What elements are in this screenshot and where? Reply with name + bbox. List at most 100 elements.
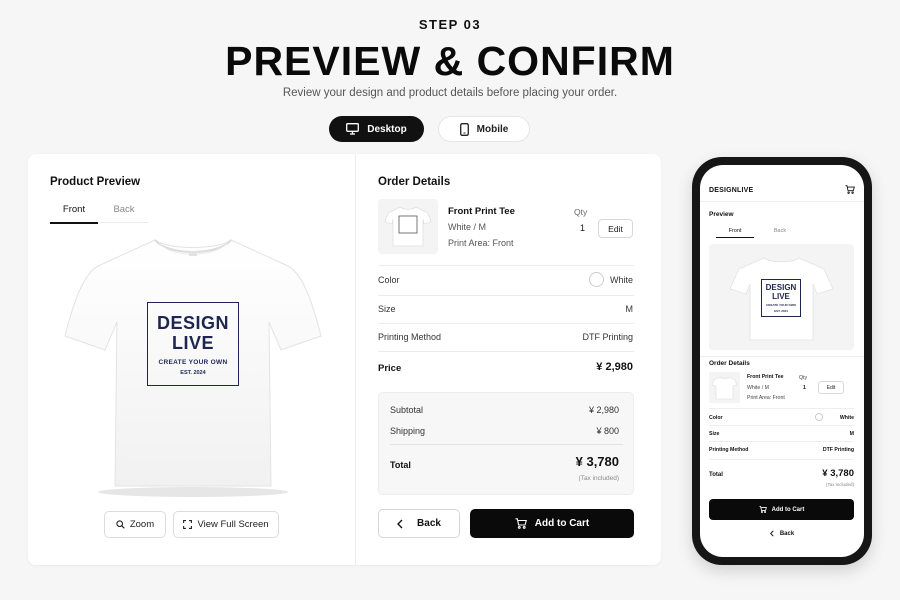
divider (709, 425, 854, 426)
divider (709, 441, 854, 442)
tshirt-preview-image: DESIGN LIVE CREATE YOUR OWN EST. 2024 (63, 234, 323, 499)
shipping-label: Shipping (390, 426, 426, 436)
divider (390, 444, 623, 445)
zoom-button[interactable]: Zoom (104, 511, 166, 538)
search-icon (116, 520, 125, 529)
step-label: STEP 03 (418, 17, 482, 32)
divider (709, 408, 854, 409)
phone-mockup: DESIGNLIVE Preview Front Back DESIGN LIV… (692, 157, 872, 565)
mobile-printing-method-label: Printing Method (709, 447, 749, 453)
mobile-back-label: Back (779, 530, 795, 537)
size-value: M (625, 304, 634, 314)
qty-value: 1 (580, 223, 586, 233)
printing-method-value: DTF Printing (582, 332, 633, 342)
mobile-color-swatch (815, 413, 823, 421)
mobile-add-to-cart-button[interactable]: Add to Cart (709, 499, 854, 520)
divider (700, 201, 864, 202)
print-est: EST. 2024 (180, 369, 206, 376)
divider (709, 459, 854, 460)
printing-method-label: Printing Method (378, 332, 442, 342)
monitor-icon (346, 123, 360, 135)
mobile-total-value: ¥ 3,780 (822, 468, 854, 479)
mobile-product-name: Front Print Tee (747, 374, 784, 380)
divider (378, 323, 634, 324)
mobile-print-area: Print Area: Front (747, 395, 785, 401)
size-label: Size (378, 304, 396, 314)
subtotal-label: Subtotal (390, 405, 424, 415)
mobile-toggle-label: Mobile (476, 123, 509, 135)
order-details-title: Order Details (378, 176, 451, 188)
mobile-add-to-cart-label: Add to Cart (771, 506, 805, 513)
card-divider (355, 154, 356, 565)
price-label: Price (378, 363, 402, 374)
divider (700, 356, 864, 357)
mobile-product-thumbnail (709, 372, 740, 403)
print-line2: LIVE (171, 332, 214, 353)
product-thumbnail (378, 199, 438, 254)
mobile-print-line1: DESIGN (765, 283, 797, 292)
order-summary: Subtotal ¥ 2,980 Shipping ¥ 800 Total ¥ … (378, 392, 634, 495)
mobile-toggle-button[interactable]: Mobile (438, 116, 530, 142)
tab-front[interactable]: Front (50, 204, 98, 224)
divider (378, 265, 634, 266)
mobile-qty-value: 1 (803, 385, 806, 391)
product-print-area: Print Area: Front (448, 238, 514, 248)
chevron-left-icon (397, 519, 403, 528)
mobile-total-label: Total (709, 472, 723, 478)
product-variant: White / M (448, 222, 487, 232)
color-swatch (589, 272, 604, 287)
mobile-product-variant: White / M (747, 385, 769, 391)
add-to-cart-label: Add to Cart (534, 518, 590, 529)
product-preview-title: Product Preview (50, 176, 141, 188)
mobile-qty-label: Qty (799, 375, 808, 381)
cart-icon (515, 518, 527, 529)
total-value: ¥ 3,780 (575, 454, 619, 469)
add-to-cart-button[interactable]: Add to Cart (470, 509, 634, 538)
mobile-print-est: EST. 2024 (774, 309, 788, 313)
subtotal-value: ¥ 2,980 (588, 405, 619, 415)
mobile-tab-front[interactable]: Front (716, 228, 754, 238)
product-name: Front Print Tee (448, 206, 515, 217)
total-label: Total (390, 460, 411, 470)
mobile-logo-text: DESIGNLIVE (709, 187, 754, 194)
mobile-color-value: White (839, 415, 854, 421)
shipping-value: ¥ 800 (596, 426, 619, 436)
color-value: White (609, 275, 633, 285)
mobile-cart-icon[interactable] (845, 185, 855, 194)
cart-icon (759, 506, 767, 513)
mobile-printing-method-value: DTF Printing (822, 447, 854, 453)
mobile-preview-title: Preview (709, 211, 734, 218)
mobile-edit-button[interactable]: Edit (818, 381, 844, 394)
tab-back[interactable]: Back (100, 204, 148, 223)
mobile-tab-back[interactable]: Back (761, 228, 799, 237)
mobile-print-line2: LIVE (772, 292, 790, 301)
mobile-thumbnail-icon (711, 376, 738, 400)
mobile-color-label: Color (709, 415, 723, 421)
print-line1: DESIGN (156, 312, 229, 333)
tshirt-thumbnail-icon (384, 206, 432, 247)
zoom-label: Zoom (129, 519, 155, 530)
print-tagline: CREATE YOUR OWN (158, 358, 228, 366)
fullscreen-label: View Full Screen (197, 519, 269, 530)
mobile-print-tagline: CREATE YOUR OWN (766, 303, 796, 307)
tax-note: (Tax included) (578, 475, 619, 482)
view-full-screen-button[interactable]: View Full Screen (173, 511, 279, 538)
edit-button[interactable]: Edit (598, 219, 633, 238)
desktop-toggle-label: Desktop (367, 123, 407, 135)
page-title: PREVIEW & CONFIRM (225, 38, 675, 84)
mobile-logo: DESIGNLIVE (709, 187, 753, 194)
mobile-order-title: Order Details (709, 360, 750, 367)
color-label: Color (378, 275, 400, 285)
fullscreen-icon (183, 520, 193, 529)
divider (378, 295, 634, 296)
page-subtitle: Review your design and product details b… (282, 87, 618, 99)
phone-icon (459, 122, 469, 136)
preview-card: Product Preview Front Back DESIGN LIVE C… (28, 154, 661, 565)
price-value: ¥ 2,980 (596, 361, 633, 373)
print-design: DESIGN LIVE CREATE YOUR OWN EST. 2024 (147, 302, 239, 386)
back-button[interactable]: Back (378, 509, 460, 538)
mobile-tax-note: (Tax included) (825, 482, 854, 487)
phone-screen: DESIGNLIVE Preview Front Back DESIGN LIV… (700, 165, 864, 557)
mobile-back-button[interactable]: Back (700, 530, 864, 537)
desktop-toggle-button[interactable]: Desktop (329, 116, 424, 142)
